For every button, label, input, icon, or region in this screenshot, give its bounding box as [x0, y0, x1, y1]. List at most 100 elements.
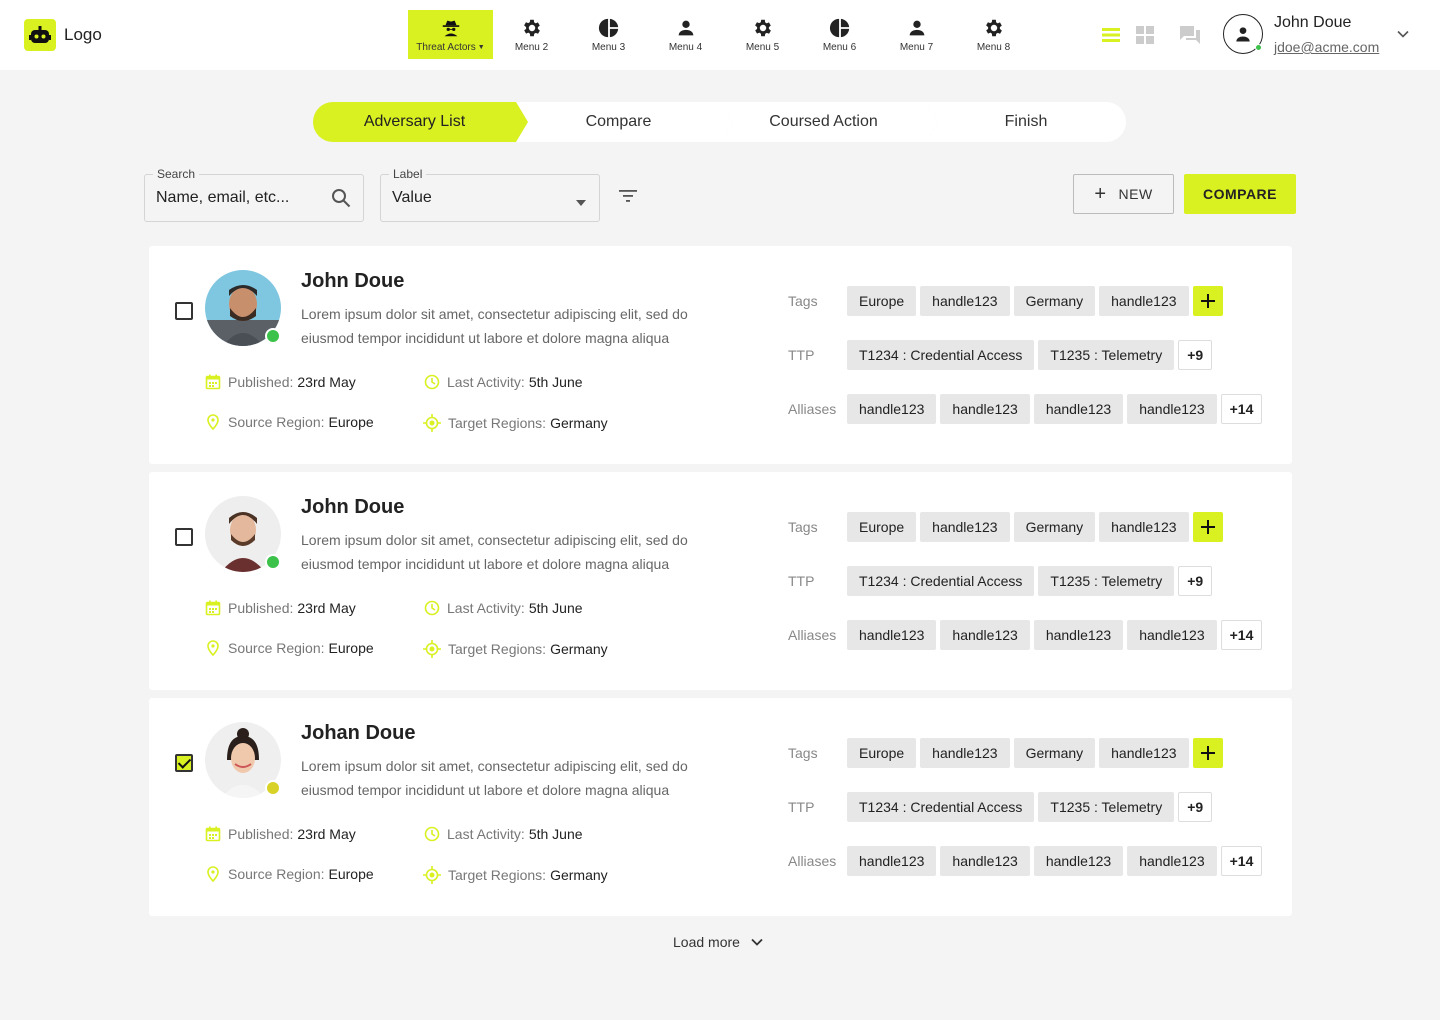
step-finish[interactable]: Finish: [926, 102, 1126, 142]
ttp-chip[interactable]: T1234 : Credential Access: [847, 340, 1035, 370]
aliases-chip[interactable]: handle123: [1127, 620, 1217, 650]
adversary-name[interactable]: Johan Doue: [301, 722, 415, 745]
chevron-down-icon: [751, 938, 763, 946]
last-activity: Last Activity: 5th June: [424, 374, 583, 390]
ttp-chip[interactable]: T1235 : Telemetry: [1038, 566, 1175, 596]
list-view-icon[interactable]: [1100, 24, 1122, 46]
tags-chip[interactable]: handle123: [1099, 286, 1189, 316]
tags-chip[interactable]: handle123: [1099, 512, 1189, 542]
aliases-chip[interactable]: handle123: [847, 846, 937, 876]
source-region-label: Source Region:: [228, 640, 325, 656]
aliases-more-count[interactable]: +14: [1220, 620, 1263, 650]
add-tag-button[interactable]: [1192, 738, 1223, 768]
aliases-chips: handle123 handle123 handle123 handle123 +14: [847, 394, 1263, 424]
published-date-label: Published:: [228, 600, 294, 616]
target-regions: Target Regions: Germany: [423, 414, 608, 432]
nav-item-menu-3[interactable]: Menu 3: [570, 10, 647, 59]
step-compare[interactable]: Compare: [516, 102, 733, 142]
nav-item-menu-7[interactable]: Menu 7: [878, 10, 955, 59]
tags-chip[interactable]: handle123: [1099, 738, 1189, 768]
aliases-chip[interactable]: handle123: [847, 620, 937, 650]
caret-down-icon: ▼: [477, 43, 485, 51]
published-date: Published: 23rd May: [205, 374, 356, 390]
search-icon[interactable]: [331, 188, 351, 213]
user-menu[interactable]: John Doue jdoe@acme.com: [1223, 14, 1379, 55]
add-tag-button[interactable]: [1192, 512, 1223, 542]
search-input[interactable]: Search Name, email, etc...: [144, 167, 364, 222]
person-icon: [909, 20, 924, 35]
aliases-chip[interactable]: handle123: [847, 394, 937, 424]
add-tag-button[interactable]: [1192, 286, 1223, 316]
nav-item-threat-actors[interactable]: Threat Actors ▼: [408, 10, 493, 59]
tags-chip[interactable]: Germany: [1013, 512, 1096, 542]
tags-chip[interactable]: Germany: [1013, 738, 1096, 768]
avatar[interactable]: [1223, 14, 1263, 54]
ttp-more-count[interactable]: +9: [1178, 792, 1213, 822]
label-select[interactable]: Label Value: [380, 167, 600, 222]
aliases-more-count[interactable]: +14: [1220, 846, 1263, 876]
aliases-label: Alliases: [788, 853, 837, 869]
ttp-chip[interactable]: T1235 : Telemetry: [1038, 340, 1175, 370]
adversary-name[interactable]: John Doue: [301, 270, 404, 293]
ttp-chip[interactable]: T1235 : Telemetry: [1038, 792, 1175, 822]
aliases-chip[interactable]: handle123: [940, 620, 1030, 650]
aliases-chip[interactable]: handle123: [1127, 394, 1217, 424]
plus-icon: [1200, 746, 1215, 760]
aliases-chip[interactable]: handle123: [1033, 620, 1124, 650]
chevron-down-icon[interactable]: [1396, 27, 1410, 46]
select-checkbox[interactable]: [175, 528, 193, 546]
tags-chip[interactable]: Europe: [847, 738, 917, 768]
load-more-button[interactable]: Load more: [673, 934, 764, 950]
tags-chips: Europe handle123 Germany handle123: [847, 738, 1223, 768]
nav-item-menu-4[interactable]: Menu 4: [647, 10, 724, 59]
ttp-label: TTP: [788, 799, 815, 815]
new-button[interactable]: + NEW: [1073, 174, 1174, 214]
nav-item-menu-8[interactable]: Menu 8: [955, 10, 1032, 59]
tags-chip[interactable]: handle123: [920, 286, 1010, 316]
aliases-chip[interactable]: handle123: [940, 846, 1030, 876]
nav-item-menu-6[interactable]: Menu 6: [801, 10, 878, 59]
adversary-description: Lorem ipsum dolor sit amet, consectetur …: [301, 306, 688, 346]
adversary-name[interactable]: John Doue: [301, 496, 404, 519]
ttp-more-count[interactable]: +9: [1178, 340, 1213, 370]
pie-chart-icon: [598, 18, 618, 37]
aliases-chip[interactable]: handle123: [1033, 394, 1124, 424]
logo[interactable]: Logo: [24, 19, 102, 51]
tags-label: Tags: [788, 745, 818, 761]
avatar[interactable]: [205, 496, 281, 572]
load-more-label: Load more: [673, 934, 740, 950]
ttp-chip[interactable]: T1234 : Credential Access: [847, 792, 1035, 822]
chat-icon[interactable]: [1179, 24, 1201, 46]
target-icon: [423, 414, 441, 432]
filter-icon[interactable]: [618, 188, 638, 209]
tags-chip[interactable]: Europe: [847, 512, 917, 542]
compare-button[interactable]: COMPARE: [1184, 174, 1296, 214]
select-checkbox[interactable]: [175, 302, 193, 320]
ttp-chip[interactable]: T1234 : Credential Access: [847, 566, 1035, 596]
grid-view-icon[interactable]: [1134, 24, 1156, 46]
ttp-more-count[interactable]: +9: [1178, 566, 1213, 596]
nav-item-menu-5[interactable]: Menu 5: [724, 10, 801, 59]
ttp-chips: T1234 : Credential Access T1235 : Telemet…: [847, 566, 1213, 596]
step-coursed-action[interactable]: Coursed Action: [721, 102, 938, 142]
aliases-chip[interactable]: handle123: [1127, 846, 1217, 876]
user-email-link[interactable]: jdoe@acme.com: [1274, 39, 1379, 55]
step-adversary-list[interactable]: Adversary List: [313, 102, 528, 142]
avatar[interactable]: [205, 270, 281, 346]
tags-chip[interactable]: handle123: [920, 512, 1010, 542]
tags-chip[interactable]: Europe: [847, 286, 917, 316]
tags-chip[interactable]: handle123: [920, 738, 1010, 768]
aliases-chip[interactable]: handle123: [940, 394, 1030, 424]
calendar-icon: [205, 600, 221, 616]
avatar[interactable]: [205, 722, 281, 798]
aliases-more-count[interactable]: +14: [1220, 394, 1263, 424]
aliases-chip[interactable]: handle123: [1033, 846, 1124, 876]
nav-item-menu-2[interactable]: Menu 2: [493, 10, 570, 59]
nav-label: Menu 4: [668, 41, 703, 53]
select-checkbox[interactable]: [175, 754, 193, 772]
user-name: John Doue: [1274, 14, 1352, 31]
source-region-value: Europe: [328, 414, 374, 430]
last-activity-value: 5th June: [528, 826, 583, 842]
tags-chip[interactable]: Germany: [1013, 286, 1096, 316]
last-activity-label: Last Activity:: [447, 826, 525, 842]
